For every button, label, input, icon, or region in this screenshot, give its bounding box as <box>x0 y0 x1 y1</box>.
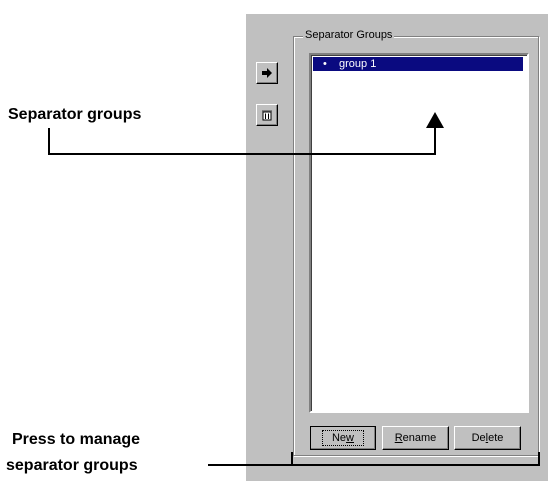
new-button[interactable]: New <box>310 426 376 450</box>
callout-line-vertical-2 <box>434 126 436 155</box>
manage-groups-callout-line2: separator groups <box>6 457 138 474</box>
manage-groups-callout-line1: Press to manage <box>12 431 141 448</box>
rename-button[interactable]: Rename <box>382 426 449 450</box>
groupbox-title: Separator Groups <box>303 27 395 43</box>
list-item-label: group 1 <box>339 58 377 70</box>
separator-groups-list[interactable]: • group 1 <box>309 53 529 413</box>
right-arrow-icon <box>262 68 272 78</box>
delete-separator-button[interactable] <box>256 104 278 126</box>
manage-bracket-right <box>538 452 540 465</box>
callout-line-vertical-1 <box>48 128 50 155</box>
manage-callout-horizontal <box>208 464 540 466</box>
bullet-icon: • <box>323 58 327 70</box>
delete-button[interactable]: Delete <box>454 426 521 450</box>
callout-line-horizontal-1 <box>48 153 436 155</box>
move-to-group-button[interactable] <box>256 62 278 84</box>
list-item-group-1[interactable]: • group 1 <box>313 57 523 71</box>
separator-groups-callout: Separator groups <box>8 106 142 123</box>
new-button-label: New <box>321 430 364 446</box>
delete-button-label: Delete <box>471 432 504 444</box>
rename-button-label: Rename <box>394 432 437 444</box>
manage-bracket-left <box>291 452 293 465</box>
trash-icon <box>262 110 272 121</box>
callout-arrow-up-icon <box>426 112 444 128</box>
